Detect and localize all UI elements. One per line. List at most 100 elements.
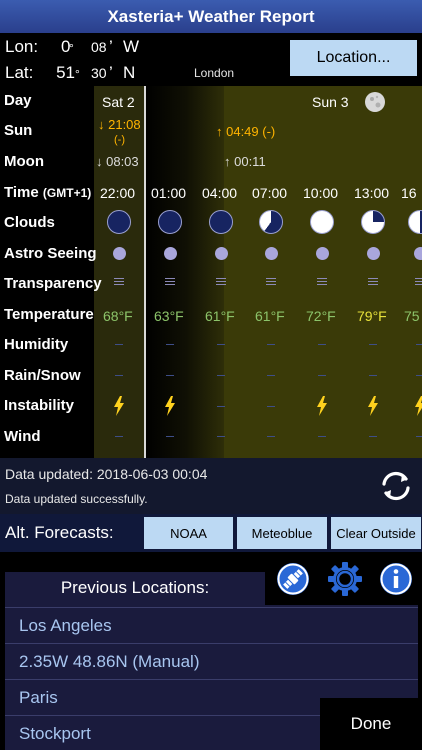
cloud-cover-icon (209, 210, 233, 234)
label-sun: Sun (4, 122, 33, 139)
previous-location-item[interactable]: 2.35W 48.86N (Manual) (5, 643, 418, 679)
title-bar: Xasteria+ Weather Report (0, 0, 422, 33)
label-instability: Instability (4, 397, 75, 414)
coordinates-panel: Lon: 0 ° 08 ’ W Lat: 51 ° 30 ’ N Locatio… (0, 33, 422, 86)
seeing-dot (113, 247, 126, 260)
seeing-dot (215, 247, 228, 260)
lon-label: Lon: (5, 37, 39, 56)
seeing-dot (414, 247, 422, 260)
day-saturday: Sat 2 (102, 94, 135, 110)
update-message: Data updated successfully. (5, 492, 148, 506)
lightning-icon (368, 396, 378, 416)
cloud-cover-icon (107, 210, 131, 234)
lat-label: Lat: (5, 63, 34, 82)
sunset-time: ↓ 21:08 (98, 117, 141, 132)
time-cell: 04:00 (202, 185, 238, 201)
time-cell: 01:00 (151, 185, 187, 201)
sunrise-time: ↑ 04:49 (-) (216, 124, 276, 139)
gear-icon[interactable] (327, 561, 363, 597)
data-updated-time: Data updated: 2018-06-03 00:04 (5, 466, 208, 482)
empty-value-dash (115, 436, 123, 437)
status-panel: Data updated: 2018-06-03 00:04 Data upda… (0, 458, 422, 514)
previous-locations-title: Previous Locations: (60, 578, 210, 597)
lat-minute-mark: ’ (109, 63, 113, 82)
row-labels: Day Sun Moon Time (GMT+1) Clouds Astro S… (0, 86, 102, 458)
latitude-row: Lat: 51 ° 30 ’ N (5, 63, 135, 83)
forecast-grid[interactable]: Day Sun Moon Time (GMT+1) Clouds Astro S… (0, 86, 422, 458)
cloud-cover-icon (310, 210, 334, 234)
icon-tray (265, 552, 422, 605)
empty-value-dash (416, 375, 422, 376)
temperature-cell: 63°F (154, 308, 184, 324)
empty-value-dash (217, 406, 225, 407)
location-button[interactable]: Location... (290, 40, 417, 76)
label-time-text: Time (4, 184, 39, 201)
seeing-dot (367, 247, 380, 260)
alt-forecasts-label: Alt. Forecasts: (5, 523, 114, 542)
empty-value-dash (318, 375, 326, 376)
empty-value-dash (416, 344, 422, 345)
empty-value-dash (166, 375, 174, 376)
transparency-icon (114, 278, 124, 286)
label-rain-snow: Rain/Snow (4, 367, 81, 384)
lon-minute-mark: ’ (109, 37, 113, 56)
info-icon[interactable] (378, 561, 414, 597)
lon-degrees: 0 (61, 37, 71, 56)
empty-value-dash (416, 436, 422, 437)
temperature-cell: 72°F (306, 308, 336, 324)
empty-value-dash (115, 344, 123, 345)
time-cell: 07:00 (252, 185, 288, 201)
lat-direction: N (123, 63, 136, 82)
label-transparency: Transparency (4, 275, 102, 292)
empty-value-dash (267, 406, 275, 407)
refresh-icon[interactable] (378, 468, 414, 504)
seeing-dot (265, 247, 278, 260)
label-temperature: Temperature (4, 306, 94, 323)
transparency-icon (216, 278, 226, 286)
time-cell: 16 (401, 185, 417, 201)
moon-phase-icon (365, 92, 385, 112)
empty-value-dash (217, 344, 225, 345)
time-cell: 10:00 (303, 185, 339, 201)
alt-forecasts-bar: Alt. Forecasts: NOAA Meteoblue Clear Out… (0, 514, 422, 552)
done-label: Done (350, 714, 392, 733)
time-cell: 13:00 (354, 185, 390, 201)
empty-value-dash (166, 436, 174, 437)
lightning-icon (114, 396, 124, 416)
day-sunday: Sun 3 (312, 94, 349, 110)
transparency-icon (165, 278, 175, 286)
clear-outside-button[interactable]: Clear Outside (331, 517, 421, 549)
meteoblue-button[interactable]: Meteoblue (237, 517, 327, 549)
label-day: Day (4, 92, 32, 109)
satellite-icon[interactable] (275, 561, 311, 597)
label-time: Time (GMT+1) (4, 184, 91, 201)
noaa-button[interactable]: NOAA (144, 517, 233, 549)
lon-direction: W (123, 37, 140, 56)
sunset-note: (-) (114, 134, 125, 146)
transparency-icon (317, 278, 327, 286)
empty-value-dash (166, 344, 174, 345)
grid-band-dawn (186, 86, 224, 458)
cloud-cover-icon (259, 210, 283, 234)
empty-value-dash (318, 344, 326, 345)
temperature-cell: 61°F (255, 308, 285, 324)
temperature-cell: 68°F (103, 308, 133, 324)
lon-degree-mark: ° (69, 41, 74, 55)
empty-value-dash (217, 436, 225, 437)
empty-value-dash (369, 344, 377, 345)
empty-value-dash (115, 375, 123, 376)
lightning-icon (165, 396, 175, 416)
temperature-cell: 79°F (357, 308, 387, 324)
label-astro-seeing: Astro Seeing (4, 245, 97, 262)
previous-location-item[interactable]: Los Angeles (5, 607, 418, 643)
app-title: Xasteria+ Weather Report (107, 6, 315, 26)
lat-degrees: 51 (56, 63, 75, 82)
label-moon: Moon (4, 153, 44, 170)
time-cell: 22:00 (100, 185, 136, 201)
seeing-dot (316, 247, 329, 260)
seeing-dot (164, 247, 177, 260)
empty-value-dash (318, 436, 326, 437)
empty-value-dash (369, 436, 377, 437)
cloud-cover-icon (158, 210, 182, 234)
done-button[interactable]: Done (320, 698, 422, 750)
